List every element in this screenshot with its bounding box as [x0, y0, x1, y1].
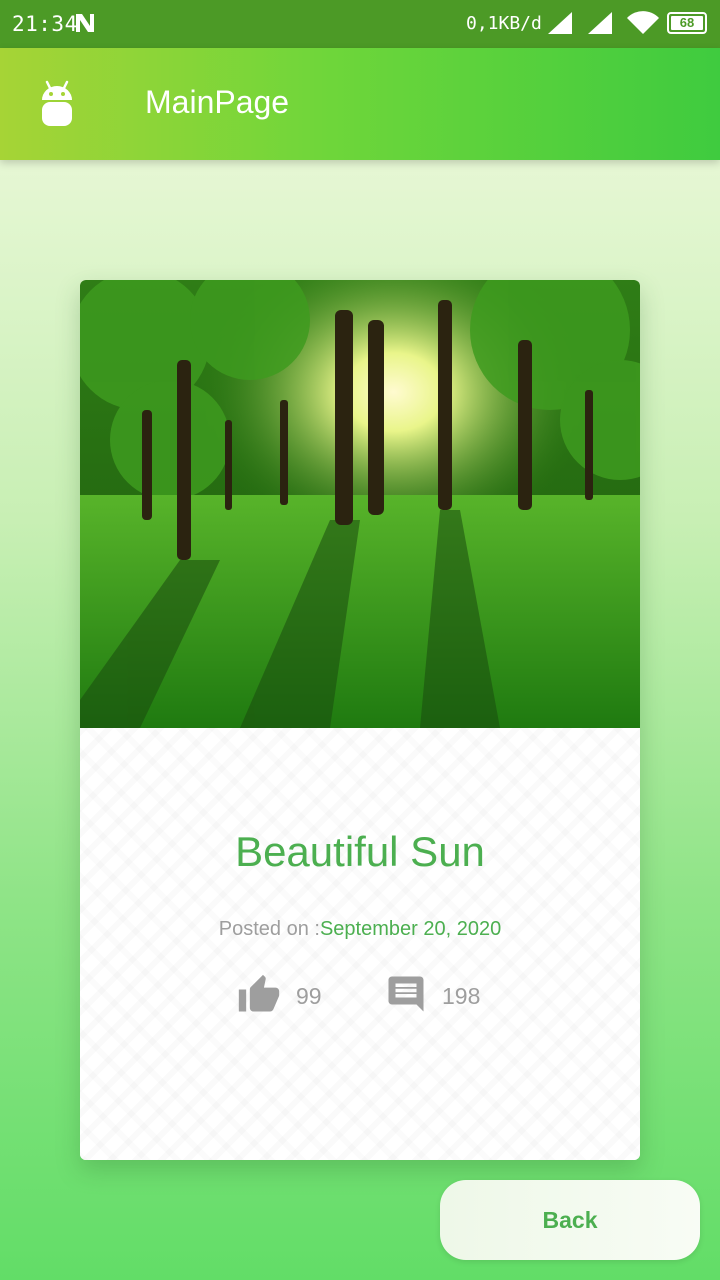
forest-photo [80, 280, 640, 728]
battery-level: 68 [671, 16, 703, 30]
posted-info: Posted on :September 20, 2020 [80, 918, 640, 941]
battery-icon: 68 [667, 12, 707, 34]
back-button[interactable]: Back [440, 1180, 700, 1260]
comment-count: 198 [442, 983, 481, 1009]
status-time: 21:34 [12, 12, 78, 36]
signal-icon [548, 12, 572, 34]
card-body: Beautiful Sun Posted on :September 20, 2… [80, 728, 640, 1160]
wifi-icon [627, 11, 659, 34]
page-title: MainPage [145, 84, 290, 120]
status-bar: 21:34 0,1KB/d 68 [0, 0, 720, 48]
notification-n-icon [76, 14, 94, 32]
network-speed: 0,1KB/d [466, 13, 542, 34]
posted-label: Posted on : [218, 918, 320, 940]
posted-date: September 20, 2020 [319, 918, 502, 940]
back-button-label: Back [542, 1206, 598, 1233]
post-title: Beautiful Sun [235, 828, 485, 875]
like-count: 99 [296, 983, 322, 1009]
post-card[interactable]: Beautiful Sun Posted on :September 20, 2… [80, 280, 640, 1160]
signal-icon [588, 12, 612, 34]
app-bar: MainPage [0, 48, 720, 160]
thumbs-up-icon[interactable] [236, 973, 282, 1017]
android-icon [42, 80, 72, 126]
comment-icon[interactable] [385, 973, 427, 1015]
post-stats: 99 198 [80, 973, 640, 1023]
